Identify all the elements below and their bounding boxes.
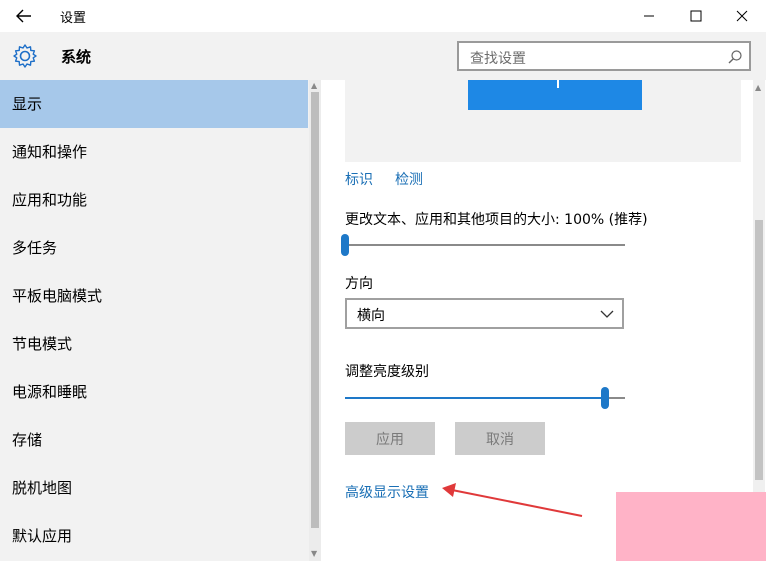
scale-slider-track[interactable]: [345, 244, 625, 246]
minimize-icon: [644, 15, 654, 17]
highlight-box: [616, 492, 766, 561]
monitor-tile[interactable]: [468, 80, 642, 110]
display-preview: [345, 80, 741, 162]
content-scroll-up-icon[interactable]: ▲: [755, 84, 761, 92]
section-title: 系统: [61, 48, 92, 66]
maximize-icon: [690, 10, 702, 22]
detect-link[interactable]: 检测: [395, 169, 423, 189]
advanced-display-settings-link[interactable]: 高级显示设置: [345, 482, 429, 502]
sidebar-item-apps[interactable]: 应用和功能: [0, 176, 308, 224]
maximize-button[interactable]: [673, 0, 719, 32]
orientation-dropdown[interactable]: 横向: [345, 298, 624, 329]
monitor-notch: [557, 80, 559, 88]
sidebar-item-notifications[interactable]: 通知和操作: [0, 128, 308, 176]
window-title: 设置: [60, 11, 87, 26]
identify-link[interactable]: 标识: [345, 169, 373, 189]
search-placeholder: 查找设置: [470, 51, 526, 67]
sidebar-item-display[interactable]: 显示: [0, 80, 308, 128]
sidebar-scrollbar-thumb[interactable]: [311, 92, 319, 528]
minimize-button[interactable]: [626, 0, 672, 32]
brightness-slider-thumb[interactable]: [601, 387, 610, 409]
brightness-label: 调整亮度级别: [345, 364, 429, 380]
sidebar-nav: 显示 通知和操作 应用和功能 多任务 平板电脑模式 节电模式 电源和睡眠 存储 …: [0, 80, 321, 561]
sidebar-item-default-apps[interactable]: 默认应用: [0, 512, 308, 560]
chevron-down-icon: [600, 310, 614, 318]
cancel-button[interactable]: 取消: [455, 422, 545, 455]
sidebar-item-offline-maps[interactable]: 脱机地图: [0, 464, 308, 512]
sidebar-item-multitasking[interactable]: 多任务: [0, 224, 308, 272]
display-settings-panel: 标识 检测 更改文本、应用和其他项目的大小: 100% (推荐) 方向 横向 调…: [321, 80, 766, 561]
scroll-down-icon[interactable]: ▼: [311, 550, 317, 558]
orientation-label: 方向: [345, 276, 373, 292]
scroll-up-icon[interactable]: ▲: [311, 82, 317, 90]
sidebar-item-tablet-mode[interactable]: 平板电脑模式: [0, 272, 308, 320]
brightness-slider-fill: [345, 397, 606, 399]
title-bar: 设置: [0, 0, 766, 32]
close-button[interactable]: [719, 0, 765, 32]
sidebar-item-battery-saver[interactable]: 节电模式: [0, 320, 308, 368]
gear-icon: [12, 43, 38, 69]
scale-label: 更改文本、应用和其他项目的大小: 100% (推荐): [345, 212, 648, 228]
sidebar-item-power-sleep[interactable]: 电源和睡眠: [0, 368, 308, 416]
search-input[interactable]: 查找设置: [457, 41, 751, 71]
orientation-value: 横向: [357, 308, 385, 324]
search-icon[interactable]: [727, 49, 743, 65]
close-icon: [736, 10, 748, 22]
scale-slider-thumb[interactable]: [341, 234, 349, 256]
back-arrow-icon[interactable]: [14, 6, 34, 26]
sidebar-item-storage[interactable]: 存储: [0, 416, 308, 464]
apply-button[interactable]: 应用: [345, 422, 435, 455]
content-scrollbar-thumb[interactable]: [755, 220, 763, 480]
settings-header: 系统 查找设置: [0, 32, 766, 80]
